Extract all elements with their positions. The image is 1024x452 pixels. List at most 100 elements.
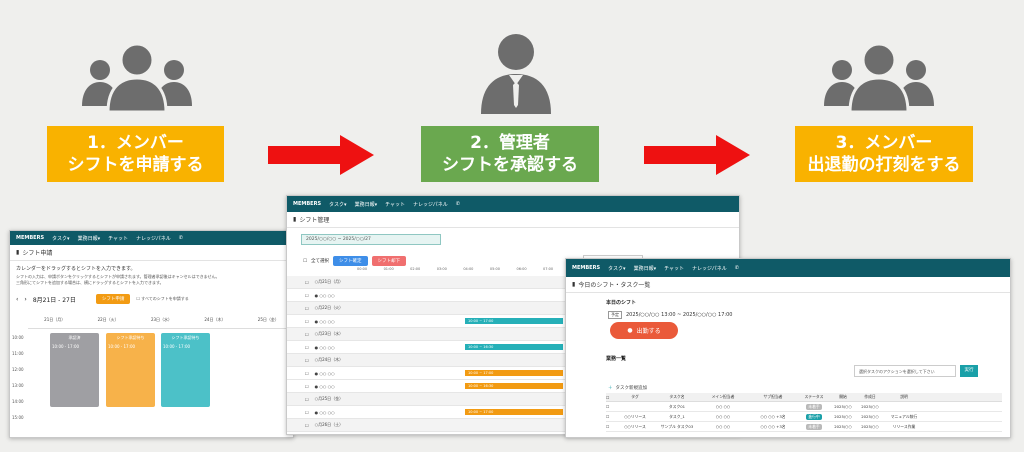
planned-shift-time: 2025/○○/○○ 13:00 ~ 2025/○○/○○ 17:00 [626,312,733,318]
row-checkbox[interactable]: ☐ [305,345,309,350]
column-header[interactable]: 説明 [884,394,924,400]
nav-tasks[interactable]: タスク▾ [52,235,70,242]
step-2-title: 2．管理者 [470,133,550,153]
nav-chat[interactable]: チャット [108,235,128,242]
column-header[interactable]: 開始 [830,394,856,400]
record-icon: ● [627,327,633,334]
shift-event[interactable]: シフト承認待ち 10:00 - 17:00 [106,333,155,407]
task-start: 2025/○○ [834,404,852,409]
phone-icon[interactable]: ✆ [179,235,183,241]
date-range-input[interactable]: 2025/○○/○○ ~ 2025/○○/27 [301,234,441,245]
row-checkbox[interactable]: ☐ [305,293,309,298]
nav-tasks[interactable]: タスク▾ [329,201,347,208]
nav-knowledge[interactable]: ナレッジパネル [692,265,727,272]
column-header[interactable]: タグ [614,394,656,400]
document-icon: ▮ [16,249,20,256]
time-label: 15:00 [12,415,24,420]
next-week-button[interactable]: › [24,296,26,303]
today-task-screenshot: MEMBERS タスク▾ 業務日報▾ チャット ナレッジパネル ✆ ▮ 今日のシ… [565,258,1011,438]
nav-work-report[interactable]: 業務日報▾ [78,235,101,242]
row-checkbox[interactable]: ☐ [305,332,309,337]
step-1-subtitle: シフトを申請する [67,155,204,175]
task-name[interactable]: タスク_1 [656,414,698,420]
reject-shift-button[interactable]: シフト却下 [371,256,407,266]
shift-event[interactable]: 承認済 10:00 - 17:00 [50,333,99,407]
day-header: 21日（月） [44,317,66,322]
row-checkbox[interactable]: ☐ [305,410,309,415]
column-header[interactable]: 作成日 [856,394,884,400]
column-header[interactable]: ステータス [798,394,830,400]
phone-icon[interactable]: ✆ [735,265,739,271]
nav-knowledge[interactable]: ナレッジパネル [413,201,448,208]
task-sub: ○○ ○○ +3名 [760,423,786,429]
shift-bar[interactable]: 10:00 ~ 16:30 [465,344,563,350]
shift-event[interactable]: シフト承認待ち 10:00 - 17:00 [161,333,210,407]
week-calendar[interactable]: 21日（月） 22日（火） 23日（水） 24日（木） 25日（金） 10:00… [10,317,293,437]
table-row[interactable]: ☐ ○○リリース タスク_1 ○○ ○○ ○○ ○○ +3名 進行中 2025/○○ 2025… [606,412,1002,422]
clock-in-button[interactable]: ● 出勤する [610,322,678,339]
row-checkbox[interactable]: ☐ [305,358,309,363]
row-checkbox[interactable]: ☐ [606,414,614,419]
shift-bar[interactable]: 10:00 ~ 17:00 [465,370,563,376]
task-tag: ○○リリース [624,423,646,429]
row-checkbox[interactable]: ☐ [606,424,614,429]
shift-apply-button[interactable]: シフト申請 [95,294,131,304]
shift-bar[interactable]: 10:00 ~ 16:30 [465,383,563,389]
help-text: 三角形にてシフトを追加する場合は、横にドラッグするとシフトを入力できます。 [16,280,164,285]
task-name[interactable]: サンプル タスク03 [656,424,698,430]
column-header[interactable]: タスク名 [656,394,698,400]
run-button[interactable]: 実行 [960,365,978,377]
step-3-title: 3．メンバー [835,133,933,153]
row-checkbox[interactable]: ☐ [606,404,614,409]
step-2-box: 2．管理者 シフトを承認する [421,126,599,182]
page-title: 今日のシフト・タスク一覧 [578,282,651,289]
nav-work-report[interactable]: 業務日報▾ [355,201,378,208]
prev-week-button[interactable]: ‹ [16,296,18,303]
row-checkbox[interactable]: ☐ [305,306,309,311]
row-checkbox[interactable]: ☐ [305,397,309,402]
nav-chat[interactable]: チャット [385,201,405,208]
nav-chat[interactable]: チャット [664,265,684,272]
row-checkbox[interactable]: ☐ [305,423,309,428]
shift-bar[interactable]: 10:00 ~ 17:00 [465,409,563,415]
time-label: 11:00 [12,351,24,356]
event-status: 承認済 [68,335,81,340]
table-row[interactable]: ☐ ○○リリース サンプル タスク03 ○○ ○○ ○○ ○○ +3名 未着手 2025/○… [606,422,1002,432]
shift-bar[interactable]: 10:00 ~ 17:00 [465,318,563,324]
member-name: ● ○○ ○○ [314,409,335,415]
nav-work-report[interactable]: 業務日報▾ [634,265,657,272]
select-all-label: 全て選択 [311,259,330,264]
header-checkbox[interactable]: ☐ [606,395,614,400]
day-label: ○月24日（木） [314,357,344,362]
member-name: ● ○○ ○○ [314,370,335,376]
select-all-checkbox[interactable]: ☐ [303,259,307,264]
event-status: シフト承認待ち [171,335,200,340]
table-row[interactable]: ☐ タスク01 ○○ ○○ 未着手 2025/○○ 2025/○○ [606,402,1002,412]
nav-knowledge[interactable]: ナレッジパネル [136,235,171,242]
clock-in-label: 出勤する [636,328,661,335]
nav-tasks[interactable]: タスク▾ [608,265,626,272]
member-name: ● ○○ ○○ [314,383,335,389]
task-action-select[interactable]: 選択タスクのアクションを選択して下さい [854,365,956,377]
page-title: シフト申請 [22,250,53,257]
add-task-label: タスク新規追加 [615,386,648,391]
member-group-icon [824,42,934,114]
column-header[interactable]: サブ担当者 [748,394,798,400]
table-header: ☐ タグ タスク名 メイン担当者 サブ担当者 ステータス 開始 作成日 説明 [606,393,1002,402]
row-checkbox[interactable]: ☐ [305,319,309,324]
row-checkbox[interactable]: ☐ [305,384,309,389]
day-label: ○月26日（土） [314,422,344,427]
right-arrow-icon [268,135,374,175]
phone-icon[interactable]: ✆ [456,201,460,207]
task-status: 未着手 [806,423,822,430]
time-label: 10:00 [12,335,24,340]
manager-icon [481,34,551,114]
add-task-link[interactable]: ＋ タスク新規追加 [608,385,647,391]
row-checkbox[interactable]: ☐ [305,280,309,285]
apply-all-checkbox[interactable]: ☐ すべてのシフトを申請する [136,296,188,302]
confirm-shift-button[interactable]: シフト確定 [333,256,368,266]
document-icon: ▮ [572,281,576,288]
row-checkbox[interactable]: ☐ [305,371,309,376]
column-header[interactable]: メイン担当者 [698,394,748,400]
task-name[interactable]: タスク01 [656,404,698,410]
